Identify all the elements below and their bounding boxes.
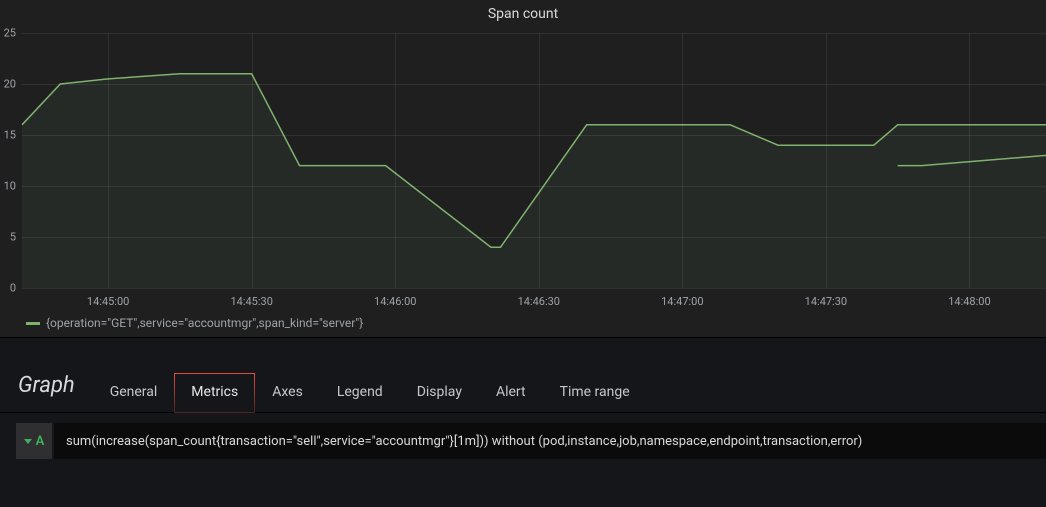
- chart-title: Span count: [0, 6, 1046, 22]
- query-editor: A: [0, 413, 1046, 459]
- gridline-h: [22, 288, 1046, 289]
- y-tick-label: 0: [10, 282, 16, 295]
- x-tick-label: 14:47:30: [805, 295, 847, 308]
- query-row-toggle[interactable]: A: [16, 423, 54, 459]
- tab-axes[interactable]: Axes: [255, 373, 320, 413]
- y-tick-label: 20: [4, 78, 16, 91]
- legend-color-swatch: [26, 322, 40, 325]
- chart-plot-area[interactable]: [22, 33, 1046, 288]
- gridline-h: [22, 33, 1046, 34]
- legend-label: {operation="GET",service="accountmgr",sp…: [46, 316, 363, 330]
- gridline-h: [22, 186, 1046, 187]
- y-tick-label: 10: [4, 180, 16, 193]
- y-tick-label: 25: [4, 27, 16, 40]
- tab-legend[interactable]: Legend: [320, 373, 400, 413]
- tab-display[interactable]: Display: [400, 373, 479, 413]
- panel-type-title: Graph: [0, 373, 93, 412]
- tab-metrics[interactable]: Metrics: [174, 373, 255, 413]
- chart-legend[interactable]: {operation="GET",service="accountmgr",sp…: [26, 316, 363, 330]
- gridline-v: [969, 33, 970, 288]
- gridline-v: [539, 33, 540, 288]
- gridline-h: [22, 237, 1046, 238]
- panel-editor-bar: Graph GeneralMetricsAxesLegendDisplayAle…: [0, 338, 1046, 413]
- query-row: A: [16, 423, 1046, 459]
- x-tick-label: 14:45:30: [230, 295, 272, 308]
- y-tick-label: 15: [4, 129, 16, 142]
- gridline-v: [395, 33, 396, 288]
- y-axis-labels: 0510152025: [0, 33, 20, 288]
- gridline-v: [108, 33, 109, 288]
- editor-tabs: GeneralMetricsAxesLegendDisplayAlertTime…: [93, 338, 647, 412]
- tab-alert[interactable]: Alert: [479, 373, 543, 413]
- caret-down-icon: [24, 439, 32, 444]
- x-axis-labels: 14:45:00 14:45:30 14:46:00 14:46:30 14:47:00…: [22, 295, 1046, 311]
- x-tick-label: 14:45:00: [87, 295, 129, 308]
- gridline-v: [826, 33, 827, 288]
- query-expression-input[interactable]: [54, 423, 1046, 459]
- tab-time-range[interactable]: Time range: [543, 373, 647, 413]
- x-tick-label: 14:46:00: [374, 295, 416, 308]
- gridline-v: [682, 33, 683, 288]
- gridline-h: [22, 135, 1046, 136]
- tab-general[interactable]: General: [93, 373, 175, 413]
- chart-series-svg: [22, 33, 1046, 288]
- gridline-h: [22, 84, 1046, 85]
- query-letter: A: [36, 434, 45, 449]
- x-tick-label: 14:48:00: [948, 295, 990, 308]
- gridline-v: [252, 33, 253, 288]
- x-tick-label: 14:47:00: [661, 295, 703, 308]
- y-tick-label: 5: [10, 231, 16, 244]
- x-tick-label: 14:46:30: [518, 295, 560, 308]
- chart-panel: Span count 0510152025 14:45:0014:45:3014…: [0, 0, 1046, 338]
